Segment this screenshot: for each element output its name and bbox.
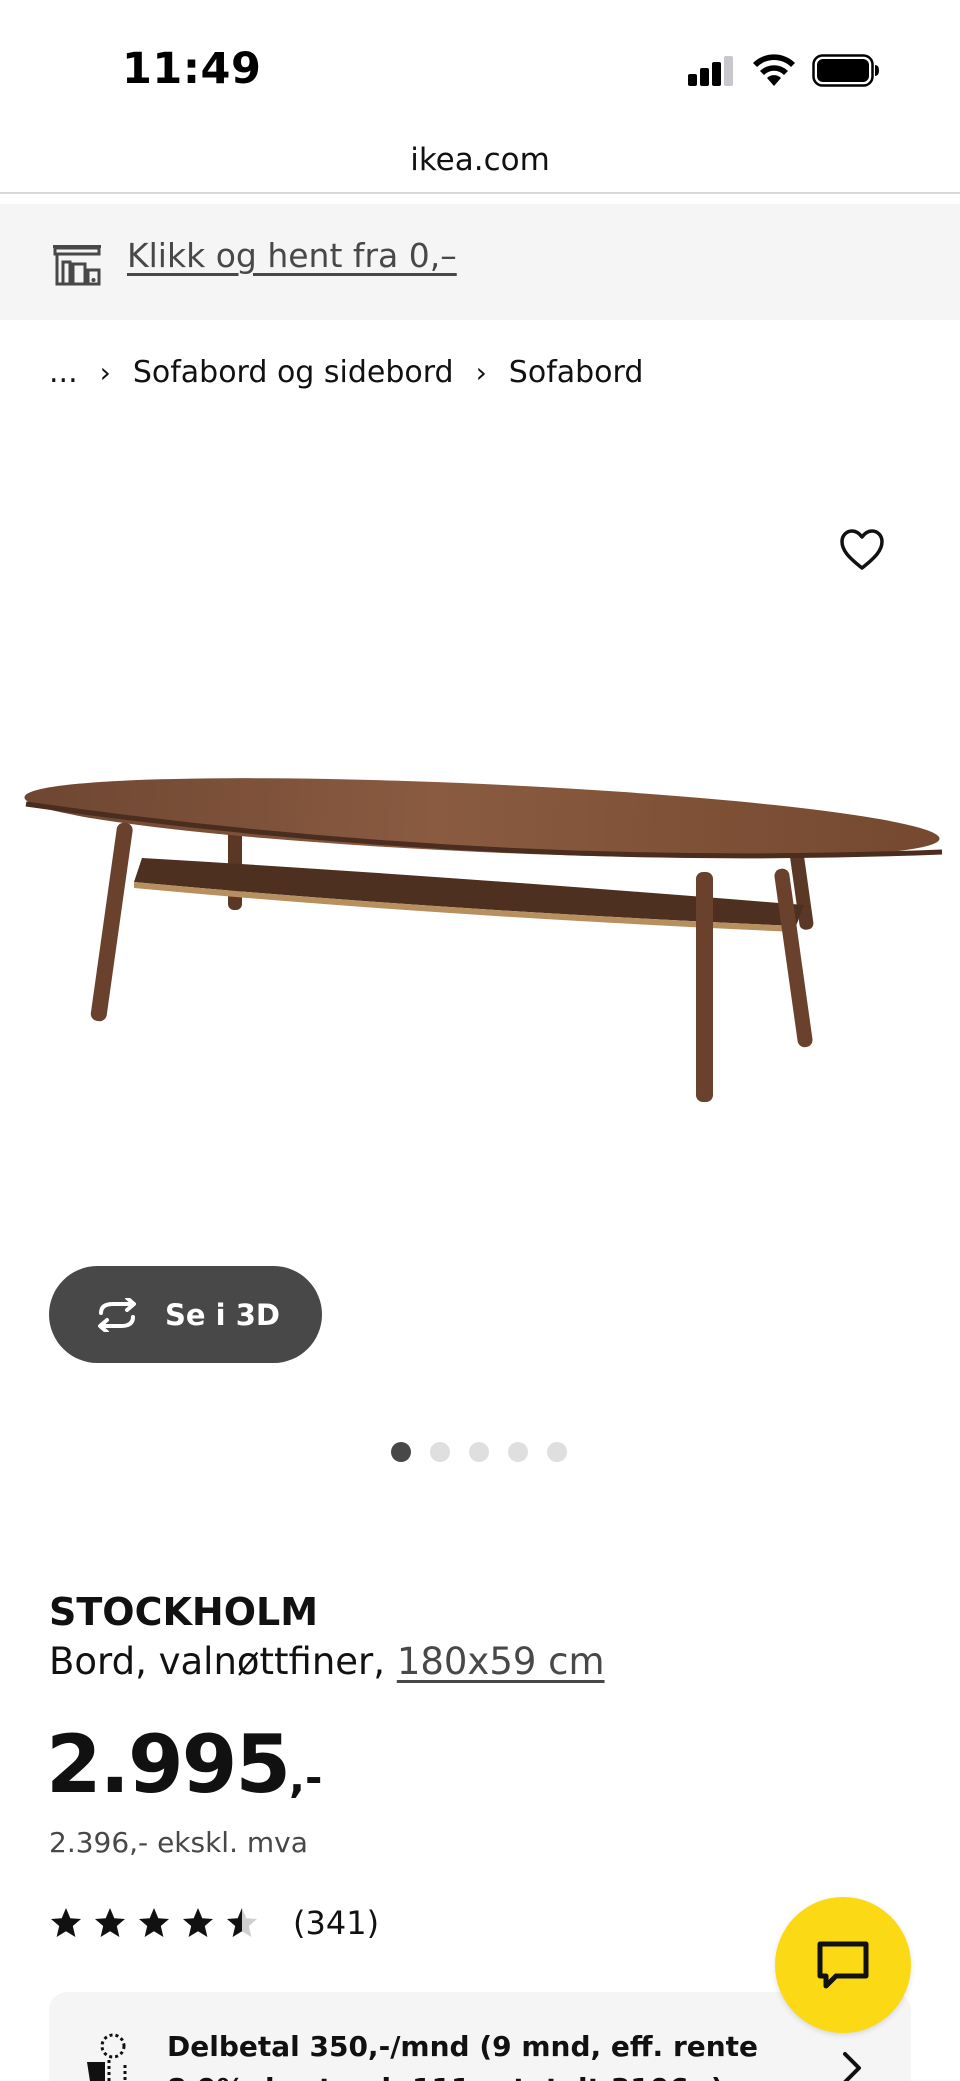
product-image[interactable] xyxy=(14,740,950,1120)
star-full-icon xyxy=(95,1908,125,1937)
carousel-dot[interactable] xyxy=(469,1442,489,1462)
click-and-collect-link[interactable]: Klikk og hent fra 0,– xyxy=(127,236,457,275)
chat-bubble-icon xyxy=(817,1941,869,1989)
chevron-right-icon xyxy=(843,2052,861,2081)
installment-icon xyxy=(87,2033,127,2081)
breadcrumb-ellipsis[interactable]: ... xyxy=(49,355,78,390)
breadcrumb-item-coffee-and-side-tables[interactable]: Sofabord og sidebord xyxy=(133,355,454,390)
product-rating[interactable]: (341) xyxy=(49,1904,379,1942)
installment-card[interactable]: Delbetal 350,-/mnd (9 mnd, eff. rente 8.… xyxy=(49,1992,911,2081)
battery-icon xyxy=(812,54,879,87)
carousel-dot[interactable] xyxy=(547,1442,567,1462)
price-excluding-vat: 2.396,- ekskl. mva xyxy=(49,1826,308,1859)
breadcrumb-item-coffee-tables[interactable]: Sofabord xyxy=(509,355,644,390)
product-description: Bord, valnøttfiner, 180x59 cm xyxy=(49,1640,605,1683)
product-size-link[interactable]: 180x59 cm xyxy=(397,1640,605,1683)
rating-count: (341) xyxy=(293,1904,380,1942)
product-name: STOCKHOLM xyxy=(49,1590,319,1634)
installment-text: Delbetal 350,-/mnd (9 mnd, eff. rente 8.… xyxy=(167,2030,759,2081)
star-full-icon xyxy=(51,1908,81,1937)
carousel-dot[interactable] xyxy=(508,1442,528,1462)
star-full-icon xyxy=(183,1908,213,1937)
rotate-3d-icon xyxy=(98,1297,136,1332)
price-value: 2.995 xyxy=(46,1718,291,1811)
chevron-right-icon: › xyxy=(99,355,111,389)
url-text: ikea.com xyxy=(410,142,550,178)
breadcrumb: ... › Sofabord og sidebord › Sofabord xyxy=(49,352,643,392)
click-and-collect-banner: Klikk og hent fra 0,– xyxy=(0,204,960,320)
carousel-dot[interactable] xyxy=(430,1442,450,1462)
status-time: 11:49 xyxy=(122,44,262,94)
store-icon xyxy=(53,245,101,286)
browser-address-bar[interactable]: ikea.com xyxy=(0,120,960,194)
product-price: 2.995,- xyxy=(46,1718,322,1811)
star-half-icon xyxy=(227,1908,257,1937)
wifi-icon xyxy=(753,54,795,86)
chat-button[interactable] xyxy=(775,1897,911,2033)
carousel-dot[interactable] xyxy=(391,1442,411,1462)
view-3d-button[interactable]: Se i 3D xyxy=(49,1266,322,1363)
price-suffix: ,- xyxy=(289,1753,323,1802)
status-bar: 11:49 xyxy=(0,0,960,120)
star-full-icon xyxy=(139,1908,169,1937)
chevron-right-icon: › xyxy=(475,355,487,389)
cellular-signal-icon xyxy=(688,56,734,86)
view-3d-label: Se i 3D xyxy=(165,1297,280,1332)
image-carousel-indicator xyxy=(391,1442,586,1462)
heart-icon[interactable] xyxy=(838,526,886,574)
product-description-text: Bord, valnøttfiner, xyxy=(49,1640,386,1683)
